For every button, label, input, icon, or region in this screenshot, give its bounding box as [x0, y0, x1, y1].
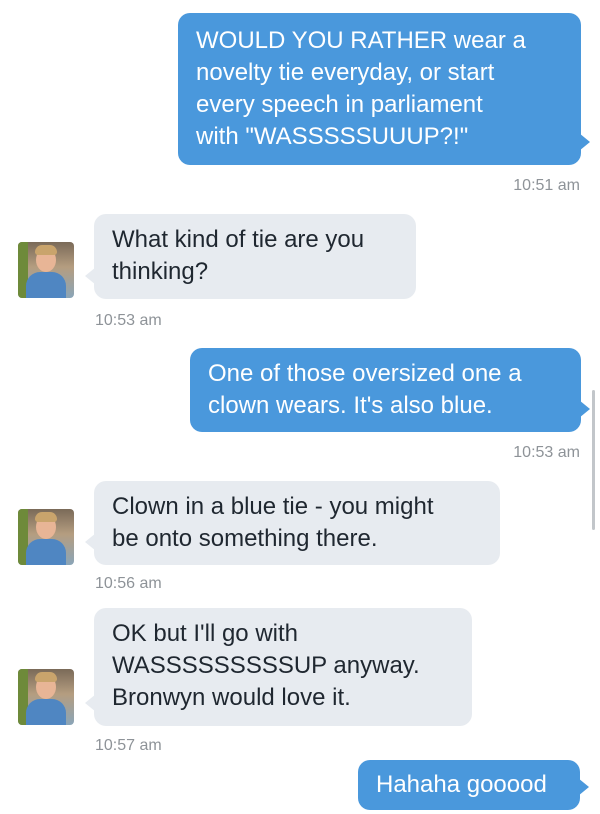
outgoing-message[interactable]: WOULD YOU RATHER wear a novelty tie ever… — [178, 13, 590, 165]
contact-avatar[interactable] — [18, 242, 74, 298]
message-timestamp: 10:53 am — [513, 444, 580, 461]
incoming-message[interactable]: Clown in a blue tie - you might be onto … — [85, 481, 500, 565]
message-thread: WOULD YOU RATHER wear a novelty tie ever… — [0, 0, 600, 814]
scrollbar[interactable] — [592, 390, 595, 530]
incoming-message[interactable]: What kind of tie are you thinking? — [85, 214, 416, 299]
incoming-message[interactable]: OK but I'll go with WASSSSSSSSSUP anyway… — [85, 608, 472, 726]
outgoing-message[interactable]: Hahaha gooood — [358, 760, 589, 810]
contact-avatar[interactable] — [18, 509, 74, 565]
message-timestamp: 10:56 am — [95, 575, 162, 592]
message-timestamp: 10:51 am — [513, 177, 580, 194]
outgoing-message[interactable]: One of those oversized one a clown wears… — [190, 348, 590, 432]
message-timestamp: 10:53 am — [95, 312, 162, 329]
message-timestamp: 10:57 am — [95, 737, 162, 754]
contact-avatar[interactable] — [18, 669, 74, 725]
